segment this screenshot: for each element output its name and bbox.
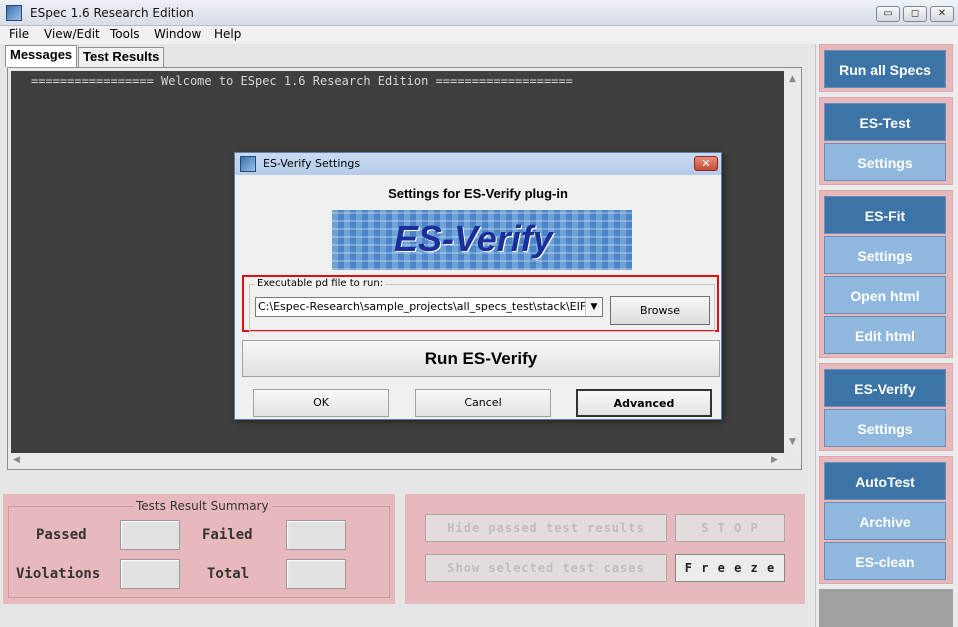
dialog-heading: Settings for ES-Verify plug-in [388,186,568,201]
logo-text: ES-Verify [394,218,553,259]
failed-count [286,520,346,550]
advanced-button[interactable]: Advanced [576,389,712,417]
menu-file[interactable]: File [9,27,29,41]
dialog-title: ES-Verify Settings [263,157,361,170]
dialog-close-icon[interactable]: ✕ [694,156,718,171]
scroll-left-icon[interactable]: ◀ [13,455,20,465]
run-es-verify-button[interactable]: Run ES-Verify [242,340,720,377]
violations-count [120,559,180,589]
freeze-button[interactable]: F r e e z e [675,554,785,582]
autotest-button[interactable]: AutoTest [824,462,946,500]
summary-title: Tests Result Summary [133,499,272,513]
total-count [286,559,346,589]
right-panel-footer [819,589,953,627]
menu-window[interactable]: Window [154,27,201,41]
console-line: ================= Welcome to ESpec 1.6 R… [31,74,573,88]
archive-button[interactable]: Archive [824,502,946,540]
es-verify-settings-button[interactable]: Settings [824,409,946,447]
menu-view-edit[interactable]: View/Edit [44,27,100,41]
executable-group-label: Executable pd file to run: [255,278,386,289]
es-verify-button[interactable]: ES-Verify [824,369,946,407]
app-icon [6,5,22,21]
close-button[interactable]: ✕ [930,6,954,22]
show-selected-button[interactable]: Show selected test cases [425,554,667,582]
es-verify-group: ES-Verify Settings [819,363,953,451]
browse-button[interactable]: Browse [610,296,710,325]
dialog-title-bar: ES-Verify Settings ✕ [235,153,721,175]
menu-tools[interactable]: Tools [110,27,140,41]
passed-count [120,520,180,550]
tests-result-summary: Tests Result Summary Passed Failed Viola… [3,494,395,604]
horizontal-scrollbar[interactable]: ◀ ▶ [11,454,784,468]
es-test-button[interactable]: ES-Test [824,103,946,141]
violations-label: Violations [16,566,101,582]
dialog-app-icon [240,156,256,172]
hide-passed-button[interactable]: Hide passed test results [425,514,667,542]
cancel-button[interactable]: Cancel [415,389,551,417]
tab-test-results[interactable]: Test Results [78,47,165,67]
scroll-up-icon[interactable]: ▲ [789,74,796,84]
total-label: Total [207,566,250,582]
title-bar: ESpec 1.6 Research Edition ▭ ◻ ✕ [0,0,958,26]
es-clean-button[interactable]: ES-clean [824,542,946,580]
vertical-scrollbar[interactable]: ▲ ▼ [786,71,800,453]
run-all-group: Run all Specs [819,44,953,92]
menu-bar: File View/Edit Tools Window Help [0,26,958,44]
tools-group: AutoTest Archive ES-clean [819,456,953,584]
scroll-down-icon[interactable]: ▼ [789,437,796,447]
es-fit-settings-button[interactable]: Settings [824,236,946,274]
maximize-button[interactable]: ◻ [903,6,927,22]
es-fit-group: ES-Fit Settings Open html Edit html [819,190,953,358]
es-verify-settings-dialog: ES-Verify Settings ✕ Settings for ES-Ver… [234,152,722,420]
result-controls: Hide passed test results S T O P Show se… [405,494,805,604]
stop-button[interactable]: S T O P [675,514,785,542]
failed-label: Failed [202,527,253,543]
scroll-right-icon[interactable]: ▶ [771,455,778,465]
run-all-specs-button[interactable]: Run all Specs [824,50,946,88]
right-panel: Run all Specs ES-Test Settings ES-Fit Se… [815,44,958,627]
menu-help[interactable]: Help [214,27,241,41]
ok-button[interactable]: OK [253,389,389,417]
es-test-group: ES-Test Settings [819,97,953,185]
es-test-settings-button[interactable]: Settings [824,143,946,181]
open-html-button[interactable]: Open html [824,276,946,314]
edit-html-button[interactable]: Edit html [824,316,946,354]
minimize-button[interactable]: ▭ [876,6,900,22]
chevron-down-icon[interactable]: ▼ [585,298,602,316]
es-verify-logo: ES-Verify [332,210,632,270]
passed-label: Passed [36,527,87,543]
tab-messages[interactable]: Messages [5,45,78,67]
executable-path-select[interactable]: C:\Espec-Research\sample_projects\all_sp… [255,297,603,317]
window-title: ESpec 1.6 Research Edition [30,6,194,20]
es-fit-button[interactable]: ES-Fit [824,196,946,234]
